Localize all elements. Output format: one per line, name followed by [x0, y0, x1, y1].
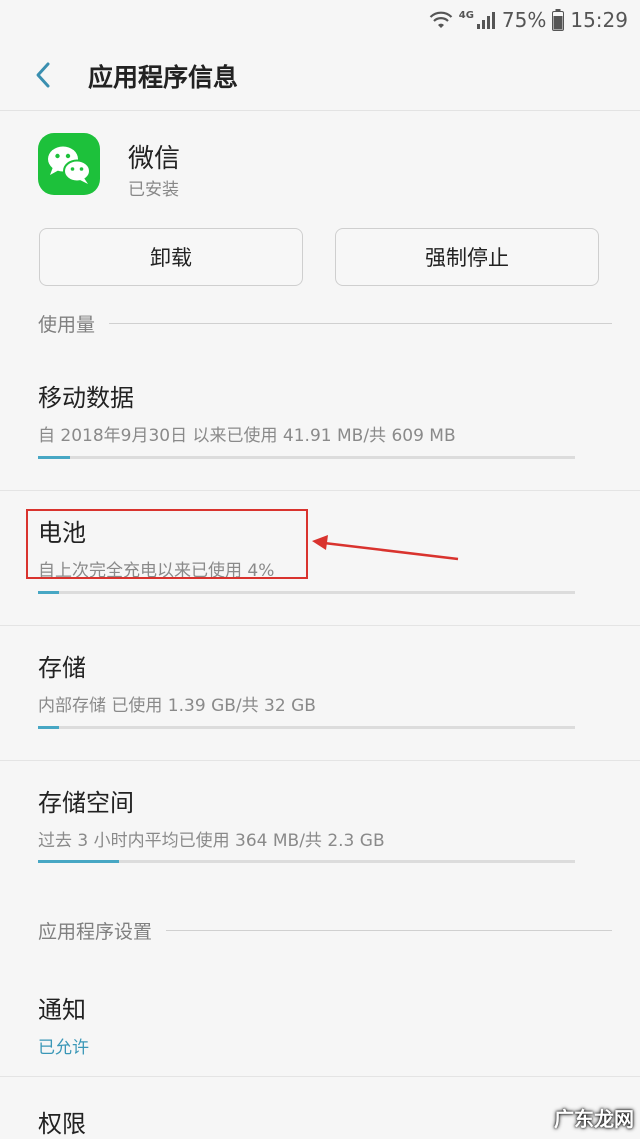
force-stop-button[interactable]: 强制停止 [335, 228, 599, 286]
item-title: 存储 [38, 654, 86, 682]
app-name: 微信 [128, 144, 181, 174]
app-install-status: 已安装 [128, 180, 179, 200]
memory-progress [38, 860, 575, 863]
usage-section-header: 使用量 [38, 310, 612, 337]
section-divider [109, 323, 612, 324]
battery-progress [38, 591, 575, 594]
status-bar: 4G 75% 15:29 [0, 0, 640, 40]
list-item-mobile-data[interactable]: 移动数据 自 2018年9月30日 以来已使用 41.91 MB/共 609 M… [38, 378, 612, 446]
item-subtitle: 已允许 [38, 1038, 89, 1058]
annotation-highlight-box [26, 509, 308, 579]
divider [0, 490, 640, 491]
item-title: 权限 [38, 1110, 86, 1138]
section-divider [166, 930, 612, 931]
item-subtitle: 过去 3 小时内平均已使用 364 MB/共 2.3 GB [38, 831, 385, 851]
progress-fill [38, 726, 60, 729]
divider [0, 760, 640, 761]
item-title: 存储空间 [38, 789, 134, 817]
back-button[interactable] [26, 58, 60, 92]
storage-progress [38, 726, 575, 729]
item-title: 移动数据 [38, 384, 134, 412]
settings-section-header: 应用程序设置 [38, 917, 612, 944]
chevron-left-icon [36, 62, 50, 88]
clock: 15:29 [570, 8, 628, 32]
progress-fill [38, 591, 60, 594]
section-label: 应用程序设置 [38, 921, 153, 943]
wifi-icon [429, 11, 453, 28]
status-icons: 4G 75% 15:29 [429, 6, 628, 34]
wechat-icon [38, 133, 100, 195]
page-title: 应用程序信息 [88, 63, 239, 92]
uninstall-button[interactable]: 卸载 [39, 228, 303, 286]
progress-fill [38, 860, 119, 863]
divider [0, 1076, 640, 1077]
list-item-permissions[interactable]: 权限 [38, 1104, 612, 1139]
divider [0, 625, 640, 626]
item-subtitle: 内部存储 已使用 1.39 GB/共 32 GB [38, 696, 316, 716]
section-label: 使用量 [38, 314, 96, 336]
signal-icon [476, 12, 495, 29]
progress-fill [38, 456, 71, 459]
item-title: 通知 [38, 996, 86, 1024]
battery-icon [552, 9, 565, 31]
list-item-notifications[interactable]: 通知 已允许 [38, 990, 612, 1058]
watermark-text: 广东龙网 [554, 1107, 634, 1131]
list-item-storage[interactable]: 存储 内部存储 已使用 1.39 GB/共 32 GB [38, 648, 612, 716]
item-subtitle: 自 2018年9月30日 以来已使用 41.91 MB/共 609 MB [38, 426, 456, 446]
app-bar: 应用程序信息 [0, 40, 640, 111]
battery-percent: 75% [501, 8, 547, 32]
mobile-data-progress [38, 456, 575, 459]
list-item-memory[interactable]: 存储空间 过去 3 小时内平均已使用 364 MB/共 2.3 GB [38, 783, 612, 851]
network-type: 4G [458, 9, 474, 21]
